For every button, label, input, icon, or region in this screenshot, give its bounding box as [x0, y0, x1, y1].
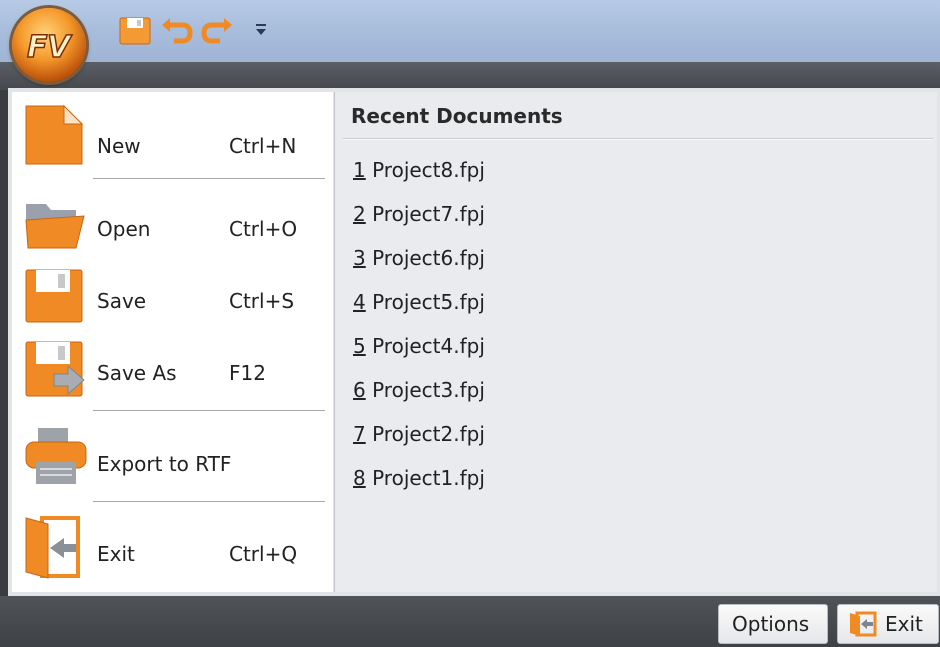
recent-item-number: 8: [353, 466, 366, 490]
qat-undo-icon[interactable]: [160, 16, 194, 50]
menu-item-save-as[interactable]: Save As F12: [12, 334, 333, 408]
recent-item-name: Project1.fpj: [365, 466, 485, 490]
recent-item-number: 1: [353, 158, 366, 182]
menu-item-label: Open: [97, 217, 151, 241]
svg-text:V: V: [47, 30, 73, 65]
options-button[interactable]: Options: [718, 604, 828, 644]
recent-item[interactable]: 2 Project7.fpj: [353, 202, 485, 226]
customize-dropdown-icon[interactable]: [254, 22, 268, 42]
exit-button[interactable]: Exit: [837, 604, 939, 644]
recent-item[interactable]: 1 Project8.fpj: [353, 158, 485, 182]
title-bar: [0, 0, 940, 62]
recent-documents-heading: Recent Documents: [351, 104, 563, 128]
exit-button-label: Exit: [885, 612, 923, 636]
options-button-label: Options: [732, 612, 810, 636]
menu-item-shortcut: Ctrl+Q: [229, 542, 298, 566]
menu-separator: [93, 501, 325, 503]
exit-door-icon: [24, 514, 84, 584]
menu-item-shortcut: Ctrl+S: [229, 289, 295, 313]
save-icon: [24, 268, 84, 328]
open-folder-icon: [24, 200, 86, 254]
menu-item-label: Save: [97, 289, 147, 313]
recent-item[interactable]: 7 Project2.fpj: [353, 422, 485, 446]
qat-redo-icon[interactable]: [200, 16, 234, 50]
printer-icon: [24, 426, 88, 490]
recent-item[interactable]: 8 Project1.fpj: [353, 466, 485, 490]
ribbon-strip: [0, 62, 940, 90]
recent-item-name: Project6.fpj: [365, 246, 485, 270]
recent-item[interactable]: 5 Project4.fpj: [353, 334, 485, 358]
recent-item-name: Project8.fpj: [365, 158, 485, 182]
recent-item[interactable]: 4 Project5.fpj: [353, 290, 485, 314]
recent-item-name: Project3.fpj: [365, 378, 485, 402]
recent-item-name: Project7.fpj: [365, 202, 485, 226]
menu-item-shortcut: F12: [229, 361, 266, 385]
menu-item-save[interactable]: Save Ctrl+S: [12, 262, 333, 332]
menu-separator: [93, 410, 325, 412]
menu-item-label: New: [97, 134, 141, 158]
app-logo-icon: F V: [26, 29, 74, 66]
menu-item-shortcut: Ctrl+N: [229, 134, 297, 158]
recent-item-name: Project4.fpj: [365, 334, 485, 358]
menu-item-shortcut: Ctrl+O: [229, 217, 298, 241]
recent-item[interactable]: 3 Project6.fpj: [353, 246, 485, 270]
save-as-icon: [24, 340, 86, 404]
menu-item-label: Export to RTF: [97, 452, 232, 476]
recent-documents-pane: Recent Documents 1 Project8.fpj 2 Projec…: [334, 92, 937, 592]
app-menu-button[interactable]: F V: [12, 8, 86, 82]
recent-item-name: Project2.fpj: [365, 422, 485, 446]
recent-item-number: 7: [353, 422, 366, 446]
menu-item-exit[interactable]: Exit Ctrl+Q: [12, 508, 333, 588]
recent-item-number: 3: [353, 246, 366, 270]
menu-item-new[interactable]: New Ctrl+N: [12, 100, 333, 182]
recent-item[interactable]: 6 Project3.fpj: [353, 378, 485, 402]
menu-item-open[interactable]: Open Ctrl+O: [12, 190, 333, 260]
recent-item-name: Project5.fpj: [365, 290, 485, 314]
svg-text:F: F: [27, 30, 48, 65]
exit-door-icon: [850, 611, 877, 637]
recent-item-number: 6: [353, 378, 366, 402]
menu-separator: [93, 178, 325, 180]
command-pane: New Ctrl+N Open Ctrl+O Save Ctrl+S Save …: [12, 92, 333, 592]
recent-item-number: 5: [353, 334, 366, 358]
recent-item-number: 4: [353, 290, 366, 314]
menu-item-label: Save As: [97, 361, 177, 385]
menu-item-label: Exit: [97, 542, 135, 566]
menu-item-export-rtf[interactable]: Export to RTF: [12, 418, 333, 500]
qat-save-icon[interactable]: [118, 16, 152, 50]
recent-separator: [343, 138, 933, 140]
recent-item-number: 2: [353, 202, 366, 226]
new-document-icon: [24, 104, 84, 170]
